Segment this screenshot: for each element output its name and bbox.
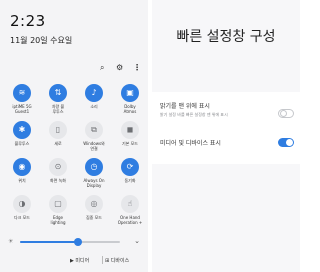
- quick-toggle-label: 차량 블 루투스: [51, 104, 65, 114]
- show-media-devices-toggle[interactable]: [278, 138, 294, 147]
- devices-button[interactable]: ⊞ 디바이스: [105, 257, 129, 264]
- quick-toggle-label: 기본 모드: [122, 141, 138, 146]
- quick-toggle-label: Always On Display: [83, 178, 105, 188]
- bluetooth-toggle-icon[interactable]: ✱: [13, 121, 31, 139]
- clock: 2:23: [10, 12, 46, 30]
- bluetooth-icon[interactable]: ⇅: [49, 84, 67, 102]
- brightness-thumb[interactable]: [74, 238, 82, 246]
- brightness-track[interactable]: [20, 238, 120, 246]
- brightness-icon: ☀: [8, 238, 14, 245]
- toggle-knob: [286, 139, 293, 146]
- quick-toggle-label: 화면 녹화: [50, 178, 66, 183]
- location-icon[interactable]: ◉: [13, 158, 31, 176]
- brightness-slider[interactable]: ☀ ⌄: [8, 237, 142, 247]
- bottom-divider: [102, 256, 103, 264]
- quick-toggle-label: 집중 모드: [86, 215, 102, 220]
- gear-icon[interactable]: ⚙: [116, 63, 123, 72]
- quick-toggle-tile[interactable]: ⟳ 동기화: [113, 158, 147, 183]
- show-brightness-subtitle: 밝기 설정 바를 빠른 설정창 맨 위에 표시: [160, 112, 228, 117]
- chevron-down-icon[interactable]: ⌄: [134, 237, 140, 245]
- dark-mode-icon[interactable]: ◑: [13, 195, 31, 213]
- quick-toggle-label: Edge lighting: [50, 215, 66, 225]
- quick-toggle-tile[interactable]: ♪ 소리: [77, 84, 111, 109]
- quick-toggle-label: Dolby Atmos: [123, 104, 137, 114]
- quick-toggle-tile[interactable]: ☝ One Hand Operation +: [113, 195, 147, 225]
- one-hand-icon[interactable]: ☝: [121, 195, 139, 213]
- quick-toggle-tile[interactable]: ✱ 블루투스: [5, 121, 39, 146]
- page-title: 빠른 설정창 구성: [176, 29, 276, 45]
- quick-toggle-label: iptiME 5G Guest1: [12, 104, 32, 114]
- mode-icon[interactable]: ◼: [121, 121, 139, 139]
- quick-toggle-tile[interactable]: ▢ Edge lighting: [41, 195, 75, 225]
- quick-toggle-label: One Hand Operation +: [117, 215, 143, 225]
- link-windows-icon[interactable]: ⧉: [85, 121, 103, 139]
- quick-toggle-label: 위치: [18, 178, 26, 183]
- wifi-icon[interactable]: ≋: [13, 84, 31, 102]
- quick-panel: 2:23 11월 20일 수요일 ⌕ ⚙ ⋮ ≋ iptiME 5G Guest1…: [0, 0, 148, 272]
- quick-toggle-label: 블루투스: [14, 141, 30, 146]
- sync-icon[interactable]: ⟳: [121, 158, 139, 176]
- quick-toggle-tile[interactable]: ◑ 다크 모드: [5, 195, 39, 220]
- quick-toggle-tile[interactable]: ▯ 세로: [41, 121, 75, 146]
- quick-toggle-tile[interactable]: ≋ iptiME 5G Guest1: [5, 84, 39, 114]
- rotation-icon[interactable]: ▯: [49, 121, 67, 139]
- media-button[interactable]: ▶ 미디어: [70, 257, 89, 264]
- date-label: 11월 20일 수요일: [10, 36, 73, 45]
- quick-toggle-tile[interactable]: ⧉ Windows와 연결: [77, 121, 111, 151]
- more-options-icon[interactable]: ⋮: [133, 63, 141, 72]
- brightness-fill: [20, 241, 78, 243]
- sound-icon[interactable]: ♪: [85, 84, 103, 102]
- screen-record-icon[interactable]: ⊙: [49, 158, 67, 176]
- show-brightness-row[interactable]: 밝기를 맨 위에 표시 밝기 설정 바를 빠른 설정창 맨 위에 표시: [160, 101, 260, 118]
- show-brightness-toggle[interactable]: [278, 109, 294, 118]
- quick-toggle-label: 소리: [90, 104, 98, 109]
- quick-toggle-tile[interactable]: ◷ Always On Display: [77, 158, 111, 188]
- search-icon[interactable]: ⌕: [100, 63, 104, 73]
- quick-toggle-tile[interactable]: ⇅ 차량 블 루투스: [41, 84, 75, 114]
- quick-panel-layout-settings: 빠른 설정창 구성 밝기를 맨 위에 표시 밝기 설정 바를 빠른 설정창 맨 …: [152, 0, 300, 272]
- quick-toggle-tile[interactable]: ◼ 기본 모드: [113, 121, 147, 146]
- bottom-bar: ▶ 미디어 ⊞ 디바이스: [70, 256, 146, 266]
- aod-icon[interactable]: ◷: [85, 158, 103, 176]
- quick-toggle-label: 세로: [54, 141, 62, 146]
- quick-toggle-tile[interactable]: ◉ 위치: [5, 158, 39, 183]
- quick-toggle-tile[interactable]: ⊙ 화면 녹화: [41, 158, 75, 183]
- edge-lighting-icon[interactable]: ▢: [49, 195, 67, 213]
- show-brightness-title: 밝기를 맨 위에 표시: [160, 103, 210, 110]
- quick-toggle-label: 동기화: [124, 178, 136, 183]
- quick-toggle-tile[interactable]: ▣ Dolby Atmos: [113, 84, 147, 114]
- dolby-icon[interactable]: ▣: [121, 84, 139, 102]
- quick-toggle-label: 다크 모드: [14, 215, 30, 220]
- focus-mode-icon[interactable]: ◎: [85, 195, 103, 213]
- quick-toggle-label: Windows와 연결: [83, 141, 105, 151]
- show-media-devices-row[interactable]: 미디어 및 디바이스 표시: [160, 138, 221, 147]
- toggle-knob: [280, 110, 287, 117]
- quick-toggle-tile[interactable]: ◎ 집중 모드: [77, 195, 111, 220]
